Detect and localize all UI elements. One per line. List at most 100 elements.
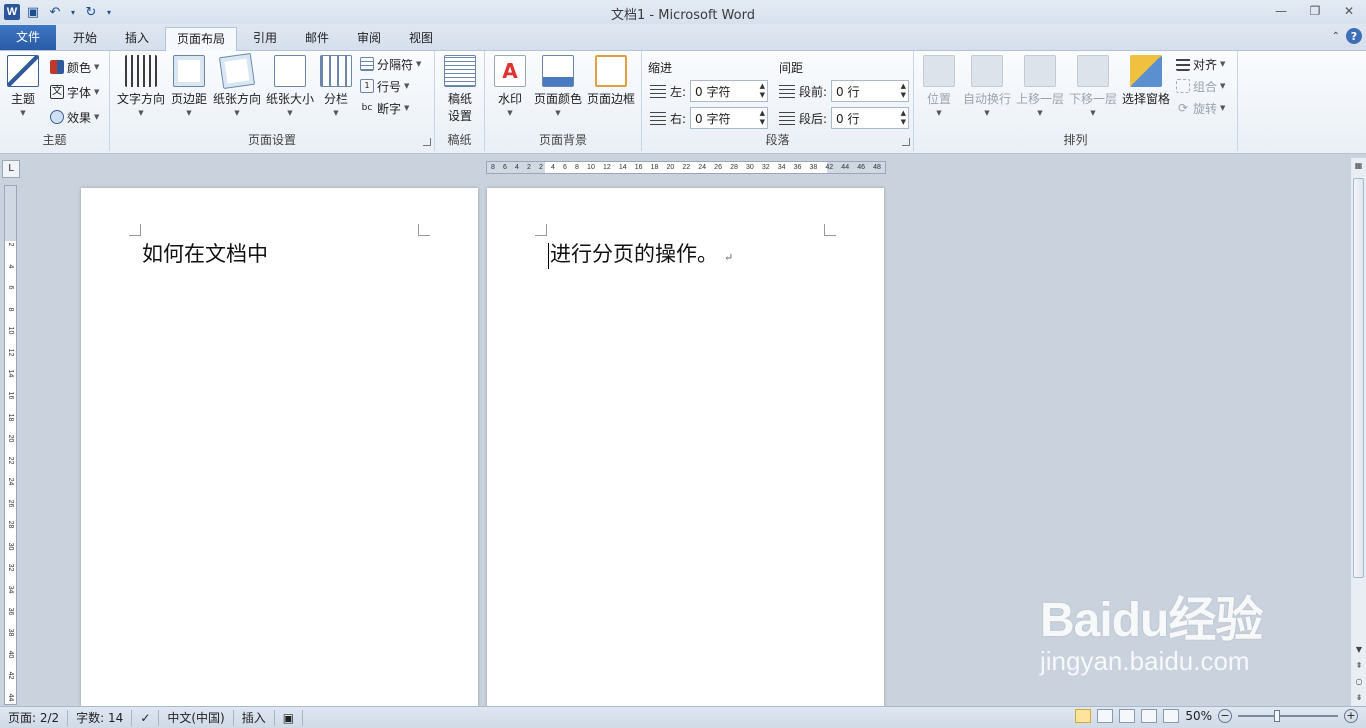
zoom-slider-thumb[interactable]: [1274, 710, 1280, 722]
vertical-scrollbar[interactable]: ▦ ▲ ▼ ⇞ ○ ⇟: [1350, 158, 1366, 706]
theme-group: 主题 ▼ 颜色 ▼ 文 字体 ▼ 效果 ▼ 主题: [0, 51, 110, 151]
wrap-text-button[interactable]: 自动换行 ▼: [962, 55, 1012, 117]
spin-arrows-icon[interactable]: ▲ ▼: [760, 82, 765, 100]
page-2-text-line[interactable]: 进行分页的操作。 ↵: [548, 238, 733, 269]
document-page-1[interactable]: 如何在文档中: [81, 188, 478, 708]
page-color-icon: [542, 55, 574, 87]
columns-button[interactable]: 分栏 ▼: [320, 55, 352, 117]
outline-view-icon[interactable]: [1141, 709, 1158, 723]
theme-effects-button[interactable]: 效果 ▼: [50, 107, 99, 127]
zoom-slider[interactable]: [1238, 710, 1338, 722]
spacing-after-input[interactable]: 0 行 ▲ ▼: [831, 107, 910, 129]
page-background-group: A 水印 ▼ 页面颜色 ▼ 页面边框 页面背景: [485, 51, 642, 151]
spin-arrows-icon[interactable]: ▲ ▼: [760, 109, 765, 127]
themes-button[interactable]: 主题 ▼: [6, 55, 40, 117]
scrollbar-thumb[interactable]: [1353, 178, 1364, 578]
breaks-icon: [360, 57, 374, 71]
draft-view-icon[interactable]: [1163, 709, 1180, 723]
browse-object-icon[interactable]: ○: [1351, 674, 1366, 690]
full-screen-reading-icon[interactable]: [1097, 709, 1114, 723]
text-direction-button[interactable]: 文字方向 ▼: [116, 55, 166, 117]
zoom-level[interactable]: 50%: [1185, 709, 1212, 723]
orientation-button[interactable]: 纸张方向 ▼: [212, 52, 262, 117]
tab-references[interactable]: 引用: [242, 27, 288, 51]
selection-pane-button[interactable]: 选择窗格: [1121, 55, 1171, 107]
proofing-icon[interactable]: ✓: [132, 709, 160, 726]
tab-file[interactable]: 文件: [0, 25, 56, 50]
page-color-button[interactable]: 页面颜色 ▼: [533, 55, 583, 117]
tab-home[interactable]: 开始: [62, 27, 108, 51]
zoom-out-icon[interactable]: −: [1218, 709, 1232, 723]
horizontal-ruler[interactable]: 8 6 4 2 2 4 6 8 10 12 14 16 18 20 22 24 …: [486, 161, 886, 174]
minimize-ribbon-icon[interactable]: ⌃: [1332, 31, 1340, 42]
tab-review[interactable]: 审阅: [346, 27, 392, 51]
tab-selector-icon[interactable]: L: [2, 160, 20, 178]
send-backward-button[interactable]: 下移一层 ▼: [1068, 55, 1118, 117]
page-size-button[interactable]: 纸张大小 ▼: [265, 55, 315, 117]
language-indicator[interactable]: 中文(中国): [159, 709, 234, 726]
page-setup-group-label: 页面设置: [247, 133, 296, 147]
watermark-icon: A: [494, 55, 526, 87]
spin-arrows-icon[interactable]: ▲ ▼: [901, 82, 906, 100]
spacing-before-row: 段前: 0 行 ▲ ▼: [779, 80, 910, 102]
line-numbers-button[interactable]: 1 行号 ▼: [360, 76, 409, 96]
tab-page-layout[interactable]: 页面布局: [165, 27, 237, 52]
page-setup-launcher-icon[interactable]: [423, 138, 431, 146]
zoom-in-icon[interactable]: +: [1344, 709, 1358, 723]
rotate-button[interactable]: ⟳ 旋转 ▼: [1176, 98, 1225, 118]
paragraph-launcher-icon[interactable]: [902, 138, 910, 146]
breaks-button[interactable]: 分隔符 ▼: [360, 54, 421, 74]
chevron-down-icon: ▼: [287, 109, 293, 117]
page-1-text[interactable]: 如何在文档中: [142, 238, 268, 268]
document-page-2[interactable]: 进行分页的操作。 ↵: [487, 188, 884, 708]
help-icon[interactable]: ?: [1346, 28, 1362, 44]
scroll-down-icon[interactable]: ▼: [1351, 642, 1366, 658]
hyphenation-button[interactable]: bc 断字 ▼: [360, 98, 410, 118]
tab-mailings[interactable]: 邮件: [294, 27, 340, 51]
macro-record-icon[interactable]: ▣: [275, 709, 304, 726]
ruler-toggle-icon[interactable]: ▦: [1351, 158, 1366, 174]
minimize-icon[interactable]: —: [1264, 0, 1298, 22]
tab-view[interactable]: 视图: [398, 27, 444, 51]
spin-arrows-icon[interactable]: ▲ ▼: [901, 109, 906, 127]
group-button[interactable]: 组合 ▼: [1176, 76, 1225, 96]
margins-icon: [173, 55, 205, 87]
page-size-icon: [274, 55, 306, 87]
margins-button[interactable]: 页边距 ▼: [169, 55, 209, 117]
page-count[interactable]: 页面: 2/2: [0, 709, 69, 726]
spacing-after-icon: [779, 111, 795, 125]
insert-mode[interactable]: 插入: [234, 709, 275, 726]
web-layout-icon[interactable]: [1119, 709, 1136, 723]
chevron-down-icon: ▼: [416, 60, 422, 68]
position-button[interactable]: 位置 ▼: [923, 55, 955, 117]
bring-forward-button[interactable]: 上移一层 ▼: [1015, 55, 1065, 117]
close-icon[interactable]: ✕: [1332, 0, 1366, 22]
previous-page-icon[interactable]: ⇞: [1351, 658, 1366, 674]
paragraph-mark-icon: ↵: [724, 251, 734, 264]
spacing-before-input[interactable]: 0 行 ▲ ▼: [831, 80, 910, 102]
text-cursor: [548, 242, 549, 269]
chevron-down-icon: ▼: [1220, 104, 1226, 112]
watermark-button[interactable]: A 水印 ▼: [494, 55, 526, 117]
tab-insert[interactable]: 插入: [114, 27, 160, 51]
ribbon-tabs: 文件 开始 插入 页面布局 引用 邮件 审阅 视图 ⌃ ?: [0, 24, 1366, 52]
next-page-icon[interactable]: ⇟: [1351, 690, 1366, 706]
chevron-down-icon: ▼: [555, 109, 561, 117]
indent-left-input[interactable]: 0 字符 ▲ ▼: [690, 80, 769, 102]
vertical-ruler[interactable]: 2 4 6 8 10 12 14 16 18 20 22 24 26 28 30…: [4, 185, 17, 705]
align-button[interactable]: 对齐 ▼: [1176, 54, 1225, 74]
send-backward-icon: [1077, 55, 1109, 87]
indent-right-input[interactable]: 0 字符 ▲ ▼: [690, 107, 769, 129]
print-layout-view-icon[interactable]: [1075, 709, 1092, 723]
indent-left-row: 左: 0 字符 ▲ ▼: [650, 80, 769, 102]
chevron-down-icon: ▼: [1037, 109, 1043, 117]
word-count[interactable]: 字数: 14: [68, 709, 133, 726]
restore-icon[interactable]: ❐: [1298, 0, 1332, 22]
theme-fonts-button[interactable]: 文 字体 ▼: [50, 82, 99, 102]
page-borders-button[interactable]: 页面边框: [586, 55, 636, 107]
manuscript-settings-button[interactable]: 稿纸 设置: [443, 55, 477, 124]
arrange-group-label: 排列: [1063, 133, 1088, 147]
chevron-down-icon: ▼: [404, 104, 410, 112]
chevron-down-icon: ▼: [333, 109, 339, 117]
theme-colors-button[interactable]: 颜色 ▼: [50, 57, 99, 77]
